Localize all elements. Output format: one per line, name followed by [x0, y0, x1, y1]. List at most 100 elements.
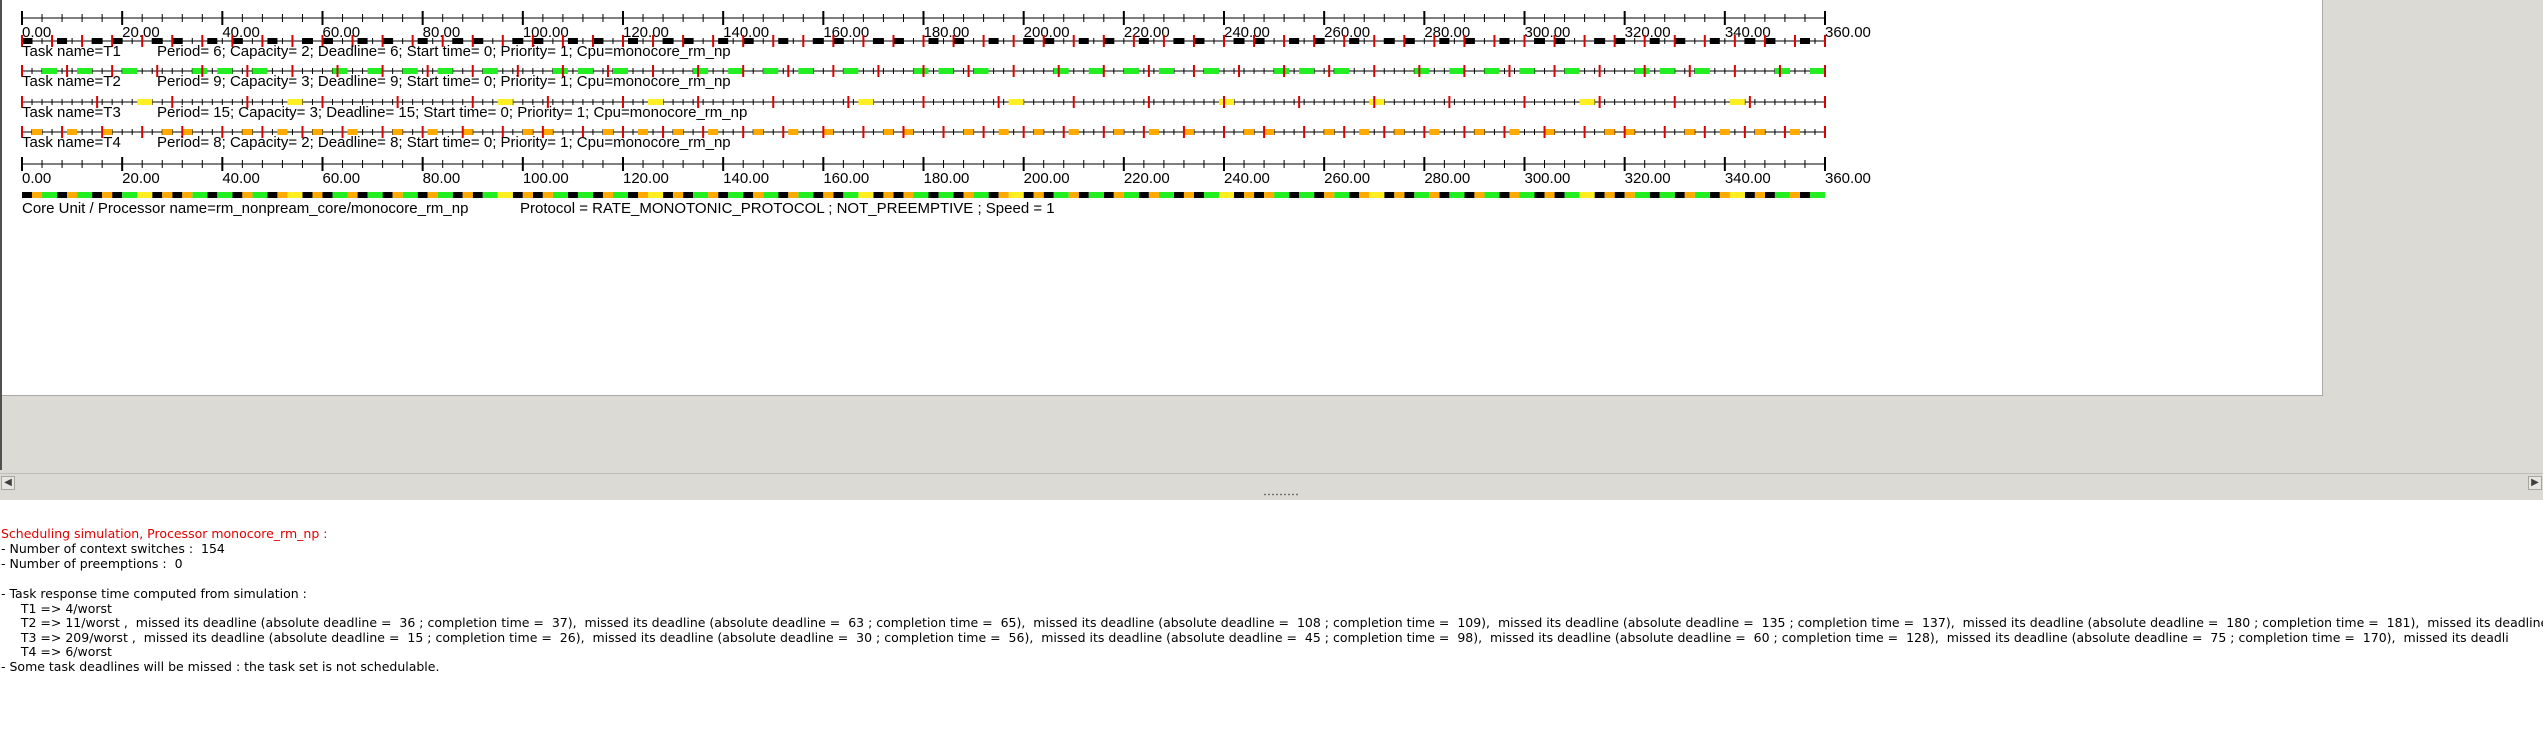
- simulation-output-panel: Scheduling simulation, Processor monocor…: [0, 500, 2543, 735]
- task-2-exec-block: [1414, 68, 1430, 74]
- task-2-exec-block: [1053, 68, 1069, 74]
- splitter-grip-icon[interactable]: [1263, 493, 1299, 496]
- processor-exec-block: [1439, 192, 1450, 198]
- horizontal-scrollbar[interactable]: ◀ ▶: [0, 473, 2543, 492]
- processor-exec-block: [57, 192, 68, 198]
- task-1-exec-block: [1103, 38, 1114, 44]
- task-2-exec-block: [1519, 68, 1535, 74]
- processor-exec-block: [112, 192, 123, 198]
- processor-exec-block: [858, 192, 874, 198]
- bottom-axis-tick-label: 340.00: [1725, 170, 1771, 187]
- processor-exec-block: [182, 192, 193, 198]
- task-2-info: Period= 9; Capacity= 3; Deadline= 9; Sta…: [157, 73, 731, 90]
- task-2-exec-block: [1203, 68, 1219, 74]
- task-1-exec-block: [1404, 38, 1415, 44]
- scroll-right-arrow-icon[interactable]: ▶: [2528, 476, 2542, 490]
- processor-exec-block: [1634, 192, 1650, 198]
- task-4-exec-block: [1544, 129, 1555, 135]
- task-4-exec-block: [1754, 129, 1765, 135]
- task-1-exec-block: [743, 38, 754, 44]
- task-4-exec-block: [788, 129, 799, 135]
- processor-exec-block: [567, 192, 578, 198]
- processor-exec-block: [542, 192, 553, 198]
- processor-exec-block: [1579, 192, 1595, 198]
- task-2-exec-block: [1088, 68, 1104, 74]
- processor-exec-block: [1103, 192, 1114, 198]
- task-1-exec-block: [778, 38, 789, 44]
- task-4-exec-block: [1244, 129, 1255, 135]
- processor-exec-block: [1789, 192, 1800, 198]
- processor-exec-block: [788, 192, 799, 198]
- task-4-exec-block: [1324, 129, 1335, 135]
- processor-exec-block: [1659, 192, 1675, 198]
- processor-exec-block: [1314, 192, 1325, 198]
- processor-exec-block: [312, 192, 323, 198]
- processor-exec-block: [1754, 192, 1765, 198]
- processor-exec-block: [452, 192, 463, 198]
- task-1-exec-block: [1023, 38, 1034, 44]
- processor-exec-block: [1033, 192, 1044, 198]
- task-2-exec-block: [1484, 68, 1500, 74]
- processor-exec-block: [683, 192, 694, 198]
- timeline-svg: 0.00 20.00 40.00 60.00 80.00 100.00 120.00 140.…: [21, 11, 1871, 217]
- pane-splitter[interactable]: [0, 491, 2543, 499]
- processor-exec-block: [1203, 192, 1219, 198]
- processor-exec-block: [1484, 192, 1500, 198]
- task-1-exec-block: [1499, 38, 1510, 44]
- processor-exec-block: [813, 192, 824, 198]
- task-1-exec-block: [833, 38, 844, 44]
- processor-exec-block: [1534, 192, 1545, 198]
- task-1-exec-block: [1614, 38, 1625, 44]
- processor-exec-block: [1744, 192, 1755, 198]
- task-1-exec-block: [1193, 38, 1204, 44]
- processor-exec-block: [1158, 192, 1174, 198]
- task-1-exec-block: [988, 38, 999, 44]
- top-axis-tick-label: 360.00: [1825, 24, 1871, 41]
- processor-exec-block: [833, 192, 844, 198]
- processor-exec-block: [1349, 192, 1360, 198]
- processor-exec-block: [1649, 192, 1660, 198]
- processor-exec-block: [552, 192, 568, 198]
- processor-exec-block: [1799, 192, 1810, 198]
- task-2-exec-block: [938, 68, 954, 74]
- processor-exec-block: [1113, 192, 1124, 198]
- output-line: - Number of preemptions : 0: [1, 556, 183, 571]
- processor-exec-block: [252, 192, 268, 198]
- processor-exec-block: [728, 192, 744, 198]
- processor-exec-block: [522, 192, 533, 198]
- task-2-exec-block: [1299, 68, 1315, 74]
- task-1-exec-block: [1173, 38, 1184, 44]
- output-line: - Task response time computed from simul…: [1, 586, 307, 601]
- processor-exec-block: [152, 192, 163, 198]
- task-4-exec-block: [1684, 129, 1695, 135]
- processor-exec-block: [873, 192, 884, 198]
- processor-exec-block: [938, 192, 954, 198]
- scheduling-canvas: 0.00 20.00 40.00 60.00 80.00 100.00 120.00 140.…: [0, 0, 2323, 396]
- task-1-exec-block: [1254, 38, 1265, 44]
- task-1-exec-block: [813, 38, 824, 44]
- processor-exec-block: [708, 192, 719, 198]
- bottom-axis-tick-label: 80.00: [423, 170, 461, 187]
- processor-exec-block: [277, 192, 288, 198]
- scroll-left-arrow-icon[interactable]: ◀: [1, 476, 15, 490]
- processor-exec-block: [1544, 192, 1555, 198]
- processor-exec-block: [332, 192, 348, 198]
- bottom-axis-tick-label: 280.00: [1424, 170, 1470, 187]
- task-1-exec-block: [1764, 38, 1775, 44]
- bottom-axis-tick-label: 120.00: [623, 170, 669, 187]
- task-1-exec-block: [1594, 38, 1605, 44]
- processor-exec-block: [577, 192, 593, 198]
- task-4-exec-block: [1148, 129, 1159, 135]
- processor-protocol: Protocol = RATE_MONOTONIC_PROTOCOL ; NOT…: [520, 200, 1055, 217]
- task-1-exec-block: [1234, 38, 1245, 44]
- processor-exec-block: [778, 192, 789, 198]
- processor-exec-block: [1218, 192, 1235, 198]
- processor-exec-block: [1023, 192, 1034, 198]
- task-4-exec-block: [1624, 129, 1635, 135]
- task-1-exec-block: [1534, 38, 1545, 44]
- bottom-axis-tick-label: 260.00: [1324, 170, 1370, 187]
- task-1-info: Period= 6; Capacity= 2; Deadline= 6; Sta…: [157, 43, 731, 60]
- task-2-exec-block: [1774, 68, 1790, 74]
- processor-exec-block: [973, 192, 989, 198]
- task-1-exec-block: [873, 38, 884, 44]
